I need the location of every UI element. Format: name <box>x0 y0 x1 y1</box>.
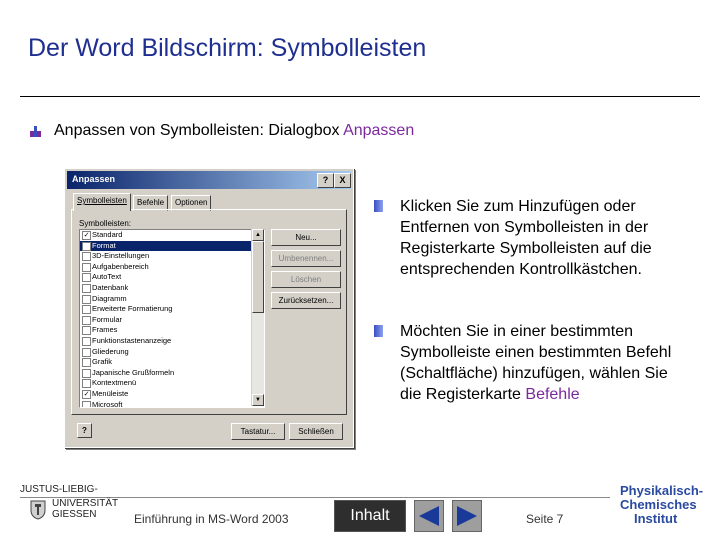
toolbars-label: Symbolleisten: <box>79 219 132 228</box>
institute-line-3: Institut <box>634 511 678 526</box>
toolbar-checkbox[interactable] <box>82 358 91 368</box>
dialog-titlebar: Anpassen ? X <box>67 171 351 189</box>
new-button[interactable]: Neu... <box>271 229 341 246</box>
intro-highlight: Anpassen <box>343 122 415 139</box>
toolbar-list-item[interactable]: Microsoft <box>80 399 264 408</box>
toolbar-list-item[interactable]: Aufgabenbereich <box>80 262 264 273</box>
toolbar-item-label: Menüleiste <box>92 388 129 398</box>
course-title: Einführung in MS-Word 2003 <box>134 512 289 526</box>
tab-symbolleisten[interactable]: Symbolleisten <box>73 193 131 211</box>
dialog-title: Anpassen <box>72 174 116 184</box>
toolbar-checkbox[interactable] <box>82 273 91 283</box>
delete-button[interactable]: Löschen <box>271 271 341 288</box>
toolbar-item-label: Kontextmenü <box>92 378 137 388</box>
arrow-right-icon <box>457 506 477 526</box>
toolbar-item-label: Format <box>92 240 116 250</box>
help-title-button[interactable]: ? <box>317 173 334 188</box>
institute-logo: Physikalisch- Chemisches Institut <box>620 484 703 526</box>
toolbar-list-item[interactable]: Kontextmenü <box>80 378 264 389</box>
university-line-3: GIESSEN <box>52 509 97 520</box>
toolbar-checkbox[interactable] <box>82 305 91 315</box>
slide-title: Der Word Bildschirm: Symbolleisten <box>28 34 427 62</box>
toolbar-list-item[interactable]: ✓ Format <box>80 240 264 252</box>
toolbar-list-item[interactable]: AutoText <box>80 272 264 283</box>
toolbar-item-label: Diagramm <box>92 293 127 303</box>
toolbar-item-label: Standard <box>92 230 123 239</box>
toolbar-checkbox[interactable]: ✓ <box>82 241 91 251</box>
toolbar-item-label: Datenbank <box>92 282 129 292</box>
toolbar-checkbox[interactable]: ✓ <box>82 231 91 240</box>
toolbar-item-label: Microsoft <box>92 399 123 408</box>
list-scrollbar[interactable]: ▲ ▼ <box>251 229 264 406</box>
toolbar-item-label: Gliederung <box>92 346 129 356</box>
toolbar-list-item[interactable]: Funktionstastenanzeige <box>80 336 264 347</box>
bullet-square-icon <box>374 200 383 212</box>
toolbar-item-label: Formular <box>92 314 123 324</box>
rename-button[interactable]: Umbenennen... <box>271 250 341 267</box>
toolbar-list-item[interactable]: ✓ Menüleiste <box>80 389 264 400</box>
page-number: Seite 7 <box>526 512 564 526</box>
bullet-text-1: Klicken Sie zum Hinzufügen oder Entferne… <box>400 198 652 278</box>
scroll-thumb[interactable] <box>252 241 264 313</box>
help-icon[interactable]: ? <box>77 423 92 438</box>
university-logo-icon <box>30 500 46 520</box>
institute-line-2: Chemisches <box>620 497 697 512</box>
close-title-button[interactable]: X <box>334 173 351 188</box>
intro-text: Anpassen von Symbolleisten: Dialogbox <box>54 122 344 139</box>
university-line-2: UNIVERSITÄT <box>52 498 119 509</box>
intro-line: Anpassen von Symbolleisten: Dialogbox An… <box>54 122 414 140</box>
arrow-left-icon <box>419 506 439 526</box>
customize-dialog: Anpassen ? X Symbolleisten Befehle Optio… <box>64 168 354 448</box>
toolbar-checkbox[interactable] <box>82 252 91 262</box>
close-button[interactable]: Schließen <box>289 423 343 440</box>
toolbar-checkbox[interactable] <box>82 379 91 389</box>
reset-button[interactable]: Zurücksetzen... <box>271 292 341 309</box>
toolbar-list-item[interactable]: Frames <box>80 325 264 336</box>
toolbar-checkbox[interactable] <box>82 294 91 304</box>
title-divider <box>20 96 700 97</box>
toolbar-checkbox[interactable] <box>82 315 91 325</box>
next-slide-button[interactable] <box>452 500 482 532</box>
toolbar-checkbox[interactable] <box>82 262 91 272</box>
toolbar-list-item[interactable]: Grafik <box>80 357 264 368</box>
toolbar-item-label: AutoText <box>92 272 122 282</box>
scroll-up-icon[interactable]: ▲ <box>252 229 264 241</box>
previous-slide-button[interactable] <box>414 500 444 532</box>
toolbar-list[interactable]: ✓ Standard ✓ Format 3D-Einstellungen Aufgaben… <box>79 229 265 408</box>
bullet-icon <box>30 126 41 137</box>
toolbar-item-label: 3D-Einstellungen <box>92 251 150 261</box>
toolbar-checkbox[interactable] <box>82 283 91 293</box>
bullet-2-highlight: Befehle <box>525 386 580 403</box>
toolbar-checkbox[interactable]: ✓ <box>82 389 91 399</box>
toolbar-list-item[interactable]: Japanische Grußformeln <box>80 368 264 379</box>
toolbar-list-item[interactable]: ✓ Standard <box>80 230 264 241</box>
toolbar-list-item[interactable]: Erweiterte Formatierung <box>80 304 264 315</box>
toolbar-checkbox[interactable] <box>82 368 91 378</box>
scroll-down-icon[interactable]: ▼ <box>252 394 264 406</box>
bullet-square-icon <box>374 325 383 337</box>
toolbar-item-label: Erweiterte Formatierung <box>92 304 173 314</box>
toolbar-checkbox[interactable] <box>82 400 91 407</box>
toolbar-item-label: Japanische Grußformeln <box>92 367 175 377</box>
toolbar-list-item[interactable]: Gliederung <box>80 347 264 358</box>
university-name-top: JUSTUS-LIEBIG- <box>20 484 98 495</box>
toolbar-item-label: Aufgabenbereich <box>92 261 149 271</box>
toolbar-list-item[interactable]: Datenbank <box>80 283 264 294</box>
toolbar-item-label: Frames <box>92 325 118 335</box>
toolbar-checkbox[interactable] <box>82 326 91 336</box>
toolbar-list-item[interactable]: 3D-Einstellungen <box>80 251 264 262</box>
bullet-text-2: Möchten Sie in einer bestimmten Symbolle… <box>400 321 690 405</box>
toolbar-item-label: Funktionstastenanzeige <box>92 335 172 345</box>
toolbar-list-item[interactable]: Formular <box>80 315 264 326</box>
institute-line-1: Physikalisch- <box>620 483 704 498</box>
keyboard-button[interactable]: Tastatur... <box>231 423 285 440</box>
toolbar-checkbox[interactable] <box>82 347 91 357</box>
toolbar-item-label: Grafik <box>92 357 113 367</box>
toolbar-checkbox[interactable] <box>82 336 91 346</box>
contents-button[interactable]: Inhalt <box>334 500 406 532</box>
university-name: UNIVERSITÄT GIESSEN <box>52 498 118 520</box>
toolbar-list-item[interactable]: Diagramm <box>80 294 264 305</box>
